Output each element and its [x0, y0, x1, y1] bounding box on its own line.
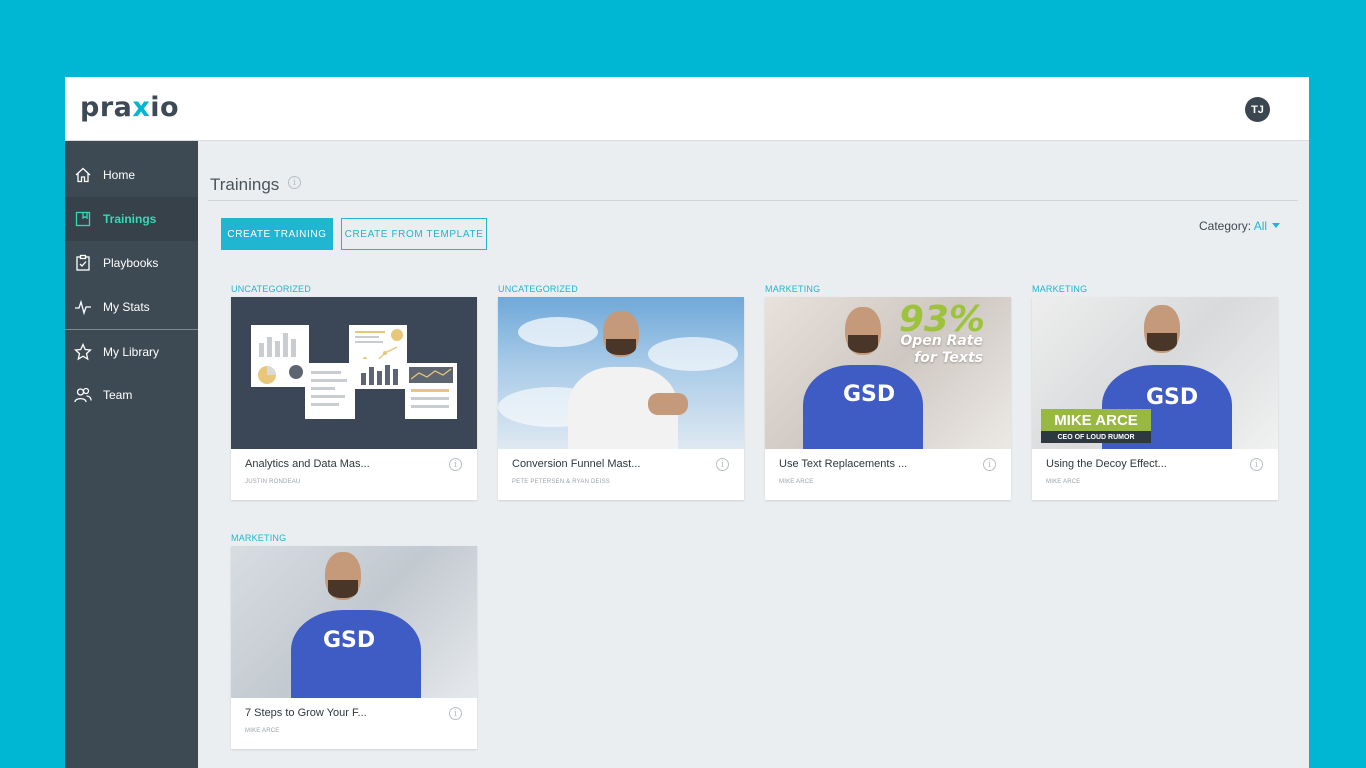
card-thumbnail	[498, 297, 744, 449]
clipboard-check-icon	[74, 254, 92, 272]
category-label: Category:	[1199, 219, 1252, 233]
card-thumbnail: GSD	[231, 546, 477, 698]
cloud	[648, 337, 738, 371]
create-from-template-button[interactable]: CREATE FROM TEMPLATE	[341, 218, 487, 250]
card-title: Conversion Funnel Mast...	[512, 458, 641, 470]
training-card: UNCATEGORIZED Conversion Funnel Mast... …	[498, 284, 744, 500]
user-avatar[interactable]: TJ	[1245, 97, 1270, 122]
pulse-icon	[74, 298, 92, 316]
card-title: Analytics and Data Mas...	[245, 458, 370, 470]
sidebar-item-my-stats[interactable]: My Stats	[65, 285, 198, 329]
training-card-body[interactable]: GSD MIKE ARCE CEO OF LOUD RUMOR Using th…	[1032, 297, 1278, 500]
card-author: PETE PETERSEN & RYAN DEISS	[512, 479, 611, 485]
training-card: MARKETING GSD MIKE ARCE CEO OF LOUD RUMO…	[1032, 284, 1278, 500]
home-icon	[74, 166, 92, 184]
info-icon[interactable]: i	[288, 176, 301, 189]
sidebar-item-label: My Stats	[103, 300, 150, 314]
training-card-body[interactable]: GSD 7 Steps to Grow Your F... MIKE ARCE …	[231, 546, 477, 749]
card-category: UNCATEGORIZED	[231, 284, 311, 294]
card-category: MARKETING	[765, 284, 821, 294]
sidebar-item-playbooks[interactable]: Playbooks	[65, 241, 198, 285]
card-category: MARKETING	[1032, 284, 1088, 294]
sidebar-item-my-library[interactable]: My Library	[65, 330, 198, 374]
trainings-icon	[74, 210, 92, 228]
sidebar-item-label: Playbooks	[103, 256, 159, 270]
sidebar-item-trainings[interactable]: Trainings	[65, 197, 198, 241]
sidebar-item-label: Trainings	[103, 212, 157, 226]
training-card: MARKETING GSD 93% Open Rate for Texts Use…	[765, 284, 1011, 500]
card-title: 7 Steps to Grow Your F...	[245, 707, 367, 719]
training-card-body[interactable]: Conversion Funnel Mast... PETE PETERSEN …	[498, 297, 744, 500]
card-thumbnail: GSD 93% Open Rate for Texts	[765, 297, 1011, 449]
category-value: All	[1253, 219, 1268, 233]
card-thumbnail	[231, 297, 477, 449]
sidebar-item-home[interactable]: Home	[65, 153, 198, 197]
top-bar: praxio TJ	[65, 77, 1309, 141]
cloud	[518, 317, 598, 347]
card-title: Using the Decoy Effect...	[1046, 458, 1167, 470]
sidebar-item-label: Home	[103, 168, 136, 182]
card-author: MIKE ARCE	[245, 728, 280, 734]
category-filter[interactable]: Category: All	[1199, 219, 1281, 233]
training-card: MARKETING GSD 7 Steps to Grow Your F... …	[231, 533, 477, 749]
title-divider	[208, 200, 1298, 201]
info-icon[interactable]: i	[449, 458, 462, 471]
card-thumbnail: GSD MIKE ARCE CEO OF LOUD RUMOR	[1032, 297, 1278, 449]
card-author: MIKE ARCE	[779, 479, 814, 485]
overlay-subheadline: Open Rate for Texts	[900, 333, 983, 366]
card-author: JUSTIN RONDEAU	[245, 479, 301, 485]
praxio-logo[interactable]: praxio	[80, 92, 179, 123]
training-card: UNCATEGORIZED Analytics and Data Mas... …	[231, 284, 477, 500]
name-tag: MIKE ARCE	[1041, 409, 1151, 431]
name-tag-subtitle: CEO OF LOUD RUMOR	[1041, 431, 1151, 443]
sidebar-item-label: My Library	[103, 345, 160, 359]
sidebar-item-team[interactable]: Team	[65, 373, 198, 417]
page-title: Trainings	[210, 175, 280, 194]
training-card-body[interactable]: Analytics and Data Mas... JUSTIN RONDEAU…	[231, 297, 477, 500]
info-icon[interactable]: i	[1250, 458, 1263, 471]
sidebar: Home Trainings Playbooks My Stats My Lib…	[65, 141, 198, 768]
main-content: Trainings i CREATE TRAINING CREATE FROM …	[198, 141, 1309, 768]
star-icon	[74, 343, 92, 361]
info-icon[interactable]: i	[983, 458, 996, 471]
card-author: MIKE ARCE	[1046, 479, 1081, 485]
training-card-body[interactable]: GSD 93% Open Rate for Texts Use Text Repl…	[765, 297, 1011, 500]
card-category: MARKETING	[231, 533, 287, 543]
info-icon[interactable]: i	[716, 458, 729, 471]
info-icon[interactable]: i	[449, 707, 462, 720]
analytics-illustration	[251, 325, 457, 419]
app-window: praxio TJ Home Trainings Playbooks My St…	[65, 77, 1309, 768]
create-training-button[interactable]: CREATE TRAINING	[221, 218, 333, 250]
chevron-down-icon	[1272, 223, 1281, 228]
card-title: Use Text Replacements ...	[779, 458, 908, 470]
sidebar-item-label: Team	[103, 388, 133, 402]
team-icon	[74, 386, 92, 404]
card-category: UNCATEGORIZED	[498, 284, 578, 294]
